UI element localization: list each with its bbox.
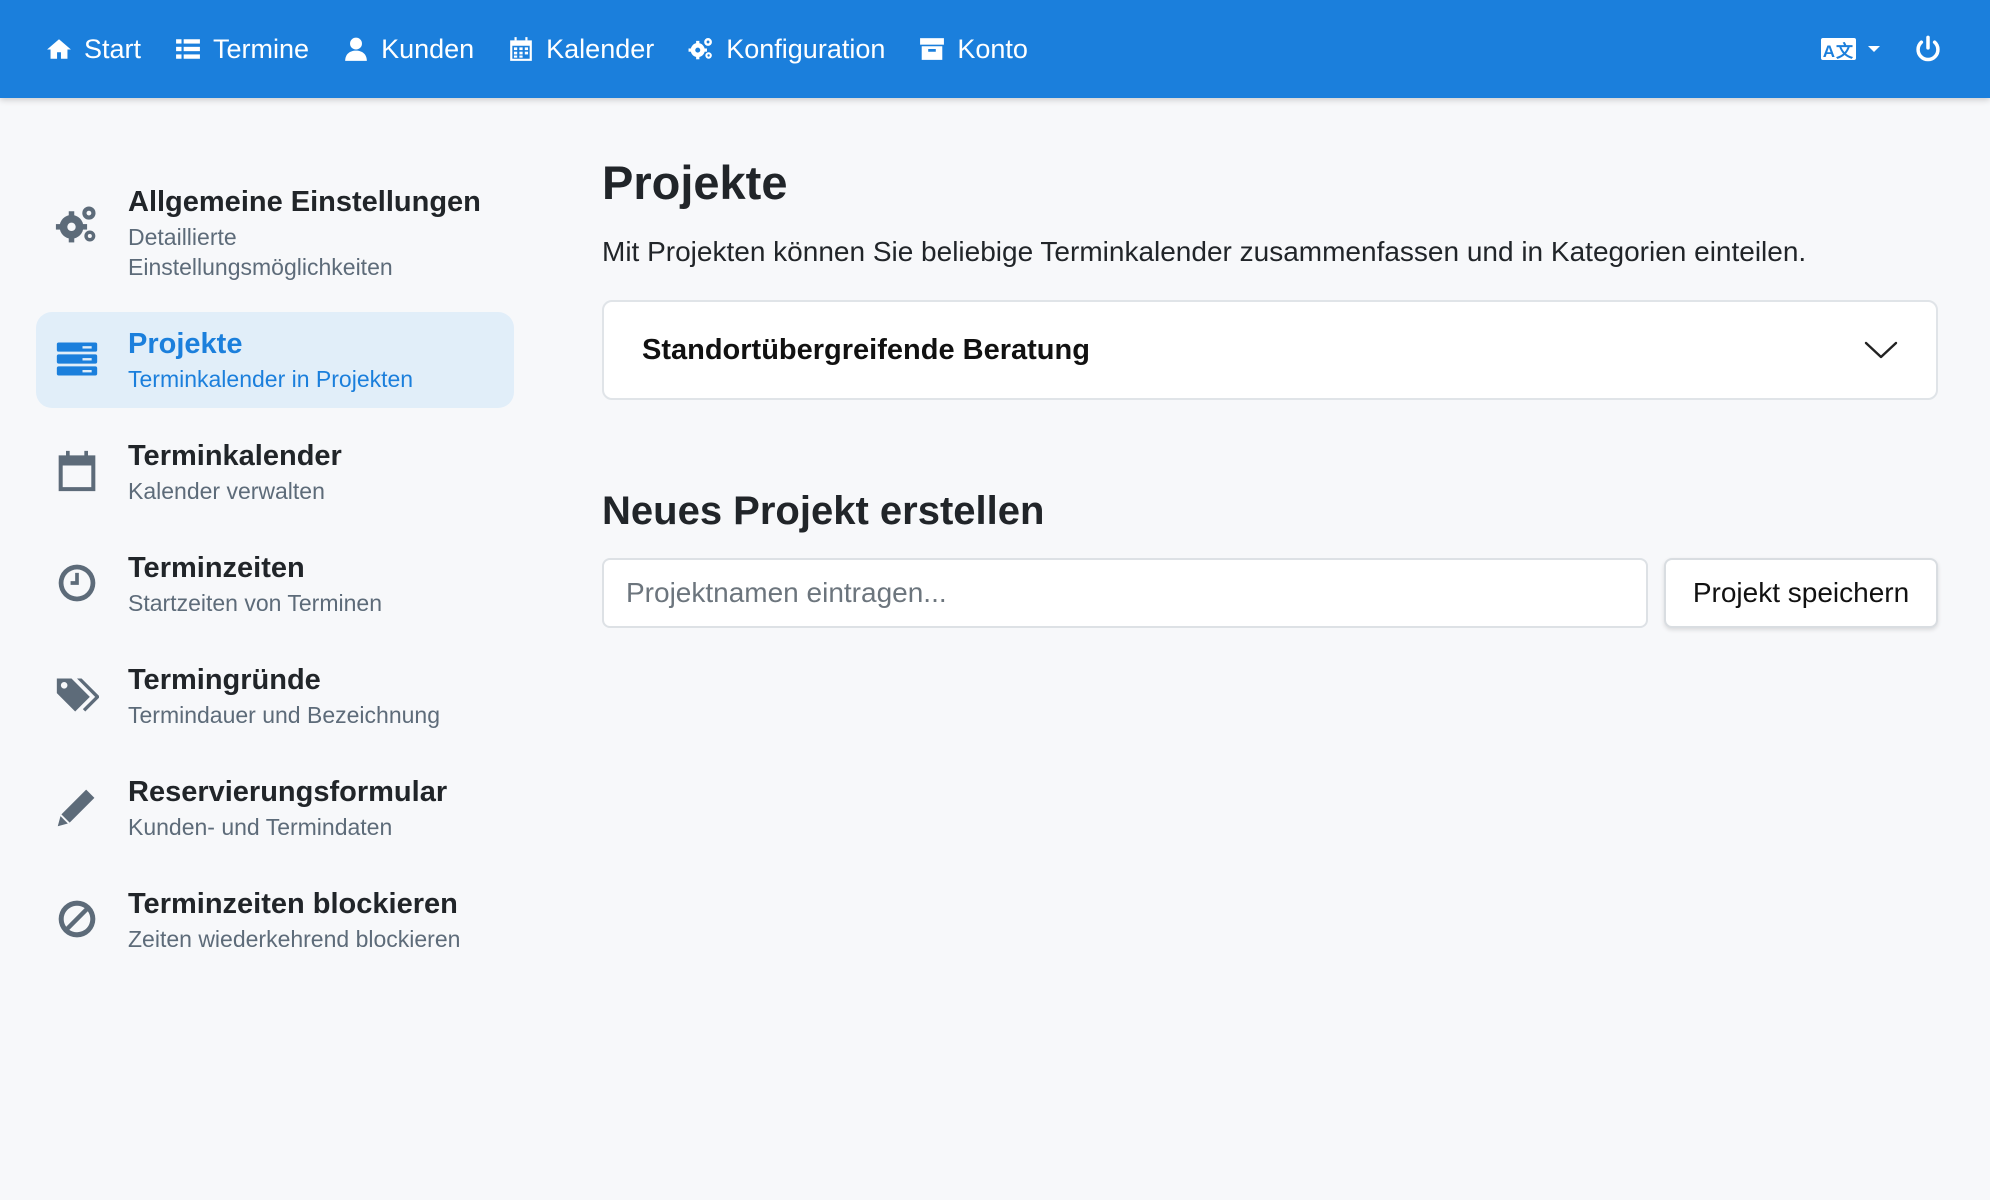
caret-down-icon xyxy=(1868,46,1880,52)
new-project-form: Projekt speichern xyxy=(602,558,1938,628)
sidebar-item-text: Terminzeiten blockieren Zeiten wiederkeh… xyxy=(128,886,460,954)
sidebar-item-allgemeine-einstellungen[interactable]: Allgemeine Einstellungen Detaillierte Ei… xyxy=(36,170,514,296)
nav-konto-label: Konto xyxy=(957,33,1028,64)
sidebar-item-text: Projekte Terminkalender in Projekten xyxy=(128,326,413,394)
sidebar-item-terminkalender[interactable]: Terminkalender Kalender verwalten xyxy=(36,424,514,520)
nav-start-label: Start xyxy=(84,33,142,64)
sidebar-item-title: Allgemeine Einstellungen xyxy=(128,186,481,218)
sidebar-item-text: Reservierungsformular Kunden- und Termin… xyxy=(128,774,447,842)
logout-button[interactable] xyxy=(1914,35,1942,63)
nav-konfiguration[interactable]: Konfiguration xyxy=(688,19,885,79)
new-project-heading: Neues Projekt erstellen xyxy=(602,489,1045,533)
home-icon xyxy=(47,39,71,59)
sidebar-item-title: Projekte xyxy=(128,328,243,360)
nav-kunden[interactable]: Kunden xyxy=(343,19,474,79)
cogs-icon xyxy=(54,202,100,248)
sidebar-item-termingruende[interactable]: Termingründe Termindauer und Bezeichnung xyxy=(36,648,514,744)
list-icon xyxy=(176,39,200,59)
sidebar-item-title: Terminkalender xyxy=(128,440,342,472)
nav-start[interactable]: Start xyxy=(46,19,141,79)
sidebar-item-title: Reservierungsformular xyxy=(128,776,448,808)
sidebar-item-text: Termingründe Termindauer und Bezeichnung xyxy=(128,662,440,730)
page-description: Mit Projekten können Sie beliebige Termi… xyxy=(602,236,1807,267)
pencil-icon xyxy=(54,784,100,830)
chevron-down-icon xyxy=(1864,341,1898,359)
nav-right-group: A文 xyxy=(1820,35,1942,63)
sidebar-item-subtitle: Terminkalender in Projekten xyxy=(128,366,414,392)
sidebar-item-subtitle: Detaillierte Einstellungsmöglichkeiten xyxy=(128,224,393,280)
nav-konfiguration-label: Konfiguration xyxy=(726,33,886,64)
nav-termine-label: Termine xyxy=(213,33,310,64)
sidebar-item-reservierungsformular[interactable]: Reservierungsformular Kunden- und Termin… xyxy=(36,760,514,856)
nav-kalender[interactable]: Kalender xyxy=(508,19,654,79)
language-dropdown[interactable]: A文 xyxy=(1820,38,1880,61)
clock-icon xyxy=(54,560,100,606)
calendar-icon xyxy=(54,448,100,494)
nav-termine[interactable]: Termine xyxy=(175,19,309,79)
sidebar-item-text: Terminzeiten Startzeiten von Terminen xyxy=(128,550,382,618)
power-icon xyxy=(1916,35,1940,62)
project-name-input[interactable] xyxy=(602,558,1648,628)
page-title: Projekte xyxy=(602,156,788,209)
project-name: Standortübergreifende Beratung xyxy=(642,333,1090,366)
ban-icon xyxy=(54,896,100,942)
sidebar-item-terminzeiten[interactable]: Terminzeiten Startzeiten von Terminen xyxy=(36,536,514,632)
sidebar-item-subtitle: Termindauer und Bezeichnung xyxy=(128,702,440,728)
sidebar-item-subtitle: Kalender verwalten xyxy=(128,478,325,504)
archive-icon xyxy=(920,38,945,60)
sidebar-item-subtitle: Zeiten wiederkehrend blockieren xyxy=(128,926,461,952)
cogs-icon xyxy=(688,38,713,60)
nav-kalender-label: Kalender xyxy=(546,33,655,64)
sidebar-item-text: Terminkalender Kalender verwalten xyxy=(128,438,342,506)
language-icon: A文 xyxy=(1820,38,1856,61)
sidebar-item-text: Allgemeine Einstellungen Detaillierte Ei… xyxy=(128,184,481,282)
save-project-button[interactable]: Projekt speichern xyxy=(1664,558,1938,628)
calendar-icon xyxy=(510,37,532,61)
server-icon xyxy=(54,336,100,382)
main-content: Projekte Mit Projekten können Sie belieb… xyxy=(602,150,1938,628)
user-icon xyxy=(345,37,367,61)
sidebar-item-title: Terminzeiten blockieren xyxy=(128,888,458,920)
nav-konto[interactable]: Konto xyxy=(919,19,1028,79)
main-nav: Start Termine Kunden Kalender Konfigurat… xyxy=(46,19,1062,79)
sidebar-item-subtitle: Startzeiten von Terminen xyxy=(128,590,382,616)
sidebar-item-title: Terminzeiten xyxy=(128,552,305,584)
sidebar-item-subtitle: Kunden- und Termindaten xyxy=(128,814,393,840)
project-accordion-item[interactable]: Standortübergreifende Beratung xyxy=(602,300,1938,400)
sidebar-item-title: Termingründe xyxy=(128,664,321,696)
top-navbar: Start Termine Kunden Kalender Konfigurat… xyxy=(0,0,1990,98)
sidebar-item-terminzeiten-blockieren[interactable]: Terminzeiten blockieren Zeiten wiederkeh… xyxy=(36,872,514,968)
nav-kunden-label: Kunden xyxy=(381,33,475,64)
settings-sidebar: Allgemeine Einstellungen Detaillierte Ei… xyxy=(36,170,514,984)
tags-icon xyxy=(54,672,100,718)
sidebar-item-projekte[interactable]: Projekte Terminkalender in Projekten xyxy=(36,312,514,408)
